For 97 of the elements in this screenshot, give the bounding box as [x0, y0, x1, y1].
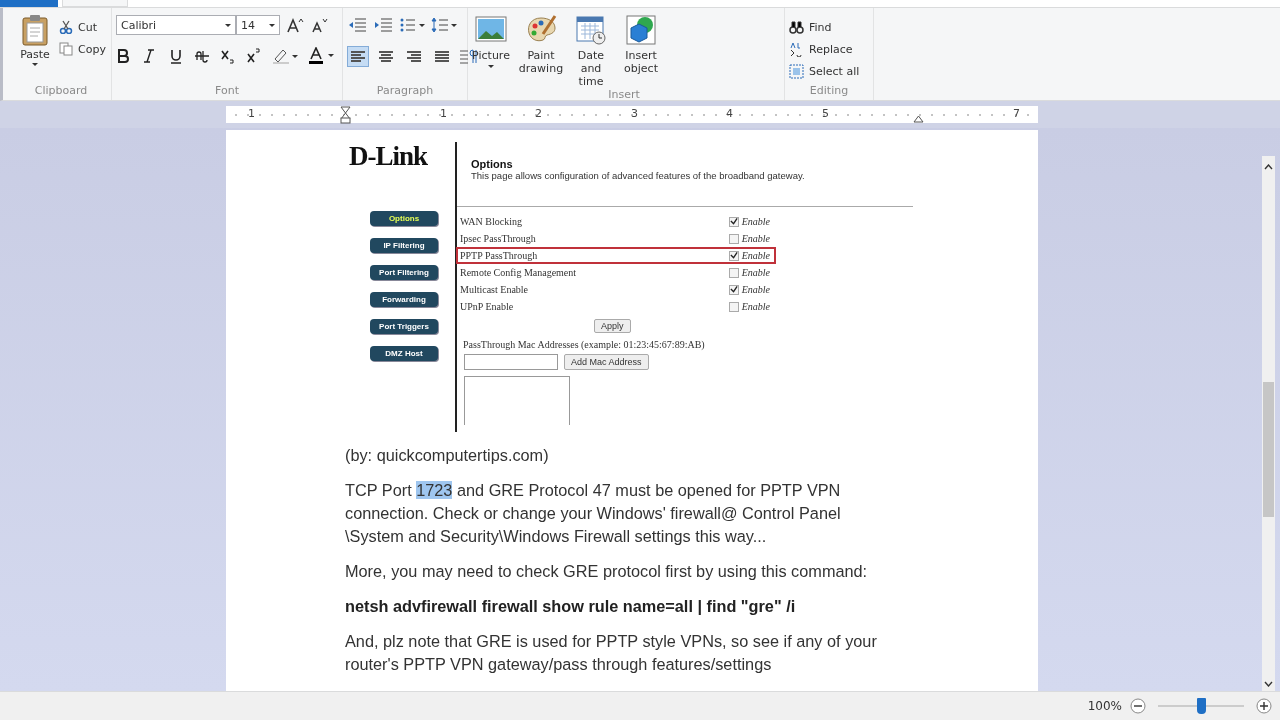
page-heading: Options: [471, 158, 514, 170]
select-all-button[interactable]: Select all: [789, 62, 860, 80]
checkbox-label: Enable: [741, 216, 770, 227]
superscript-icon[interactable]: [246, 48, 262, 64]
group-label: Paragraph: [375, 84, 435, 99]
nav-button[interactable]: Forwarding: [370, 292, 438, 307]
caret-icon: [269, 23, 275, 27]
checkbox-label: Enable: [741, 250, 770, 261]
scroll-down-icon: [1264, 681, 1273, 687]
checkbox[interactable]: [728, 301, 739, 312]
cube-icon: [625, 14, 657, 46]
router-logo: D-Link: [349, 142, 428, 170]
replace-button[interactable]: Replace: [789, 40, 860, 58]
binoculars-icon: [789, 19, 804, 35]
checkbox[interactable]: [728, 216, 739, 227]
command-text: netsh advfirewall firewall show rule name=all | find "gre" /i: [345, 596, 797, 617]
copy-button[interactable]: Copy: [59, 40, 106, 58]
checkbox[interactable]: [728, 284, 739, 295]
align-left-button[interactable]: [347, 45, 369, 67]
font-size-field[interactable]: 14: [236, 15, 280, 35]
address-list[interactable]: [464, 376, 570, 425]
checkbox-label: Enable: [741, 233, 770, 244]
mac-address-field[interactable]: [464, 354, 558, 370]
page-description: This page allows configuration of advanced features of the broadband gateway.: [471, 170, 806, 181]
paragraph: TCP Port 1723 and GRE Protocol 47 must be opened for PPTP VPN connection. Check or change your Windows' firewall@ Control Panel \System and Security\Windows Firewall settings this way...: [345, 480, 842, 547]
font-name-field[interactable]: Calibri: [116, 15, 236, 35]
underline-icon[interactable]: [168, 48, 184, 64]
picture-button[interactable]: Picture: [468, 14, 514, 88]
checkbox-label: Enable: [741, 267, 770, 278]
cut-button[interactable]: Cut: [59, 18, 106, 36]
caret-icon: [488, 65, 494, 68]
strikethrough-icon[interactable]: [194, 48, 210, 64]
group-label: Clipboard: [33, 84, 89, 99]
slider-thumb[interactable]: [1197, 698, 1206, 714]
find-button[interactable]: Find: [789, 18, 860, 36]
copy-icon: [59, 42, 73, 56]
select-all-icon: [789, 63, 804, 79]
ruler-number: 1: [440, 107, 447, 120]
increase-indent-icon[interactable]: [373, 17, 393, 33]
paragraph: And, plz note that GRE is used for PPTP style VPNs, so see if any of your router's PPTP VPN gateway/pass through features/settings: [345, 631, 878, 675]
group-label: Font: [214, 84, 240, 99]
calendar-clock-button[interactable]: Date and time: [568, 14, 614, 88]
ruler-number: 4: [726, 107, 733, 120]
paste-button[interactable]: Paste: [15, 14, 55, 84]
nav-button[interactable]: IP Filtering: [370, 238, 438, 253]
group-label: Editing: [808, 84, 850, 99]
font-color-icon[interactable]: [308, 47, 334, 65]
nav-button[interactable]: Options: [370, 211, 438, 226]
line-spacing-icon[interactable]: [431, 17, 457, 33]
checkbox-label: Enable: [741, 301, 770, 312]
palette-button[interactable]: Paint drawing: [518, 14, 564, 88]
caret-icon: [32, 63, 38, 66]
scissors-icon: [59, 20, 73, 34]
paragraph: More, you may need to check GRE protocol first by using this command:: [345, 561, 869, 582]
option-label: Remote Config Management: [460, 267, 577, 278]
zoom-in-icon[interactable]: [1256, 698, 1272, 714]
zoom-level: 100%: [1087, 699, 1122, 713]
subscript-icon[interactable]: [220, 48, 236, 64]
clipboard-icon: [21, 14, 49, 46]
caret-icon: [225, 23, 231, 27]
ruler-number: 1: [248, 107, 255, 120]
ruler-number: 2: [535, 107, 542, 120]
nav-button[interactable]: DMZ Host: [370, 346, 438, 361]
vertical-scrollbar[interactable]: [1262, 156, 1275, 691]
calendar-clock-icon: [575, 14, 607, 46]
group-label: Insert: [607, 88, 641, 103]
zoom-out-icon[interactable]: [1130, 698, 1146, 714]
ruler-number: 7: [1013, 107, 1020, 120]
bold-icon[interactable]: [116, 48, 132, 64]
nav-button[interactable]: Port Triggers: [370, 319, 438, 334]
checkbox[interactable]: [728, 233, 739, 244]
option-label: Ipsec PassThrough: [460, 233, 536, 244]
grow-font-icon[interactable]: [286, 17, 304, 33]
paragraph: (by: quickcomputertips.com): [345, 445, 550, 466]
mac-label: PassThrough Mac Addresses (example: 01:23:45:67:89:AB): [463, 339, 706, 350]
bullet-list-icon[interactable]: [399, 17, 425, 33]
ruler-number: 3: [631, 107, 638, 120]
checkbox[interactable]: [728, 267, 739, 278]
indent-marker-icon[interactable]: [340, 106, 351, 124]
highlighter-icon[interactable]: [272, 48, 298, 64]
option-label: UPnP Enable: [460, 301, 514, 312]
ruler-number: 5: [822, 107, 829, 120]
option-label: PPTP PassThrough: [460, 250, 538, 261]
decrease-indent-icon[interactable]: [347, 17, 367, 33]
indent-marker-icon[interactable]: [913, 115, 924, 123]
scrollbar-thumb[interactable]: [1263, 382, 1274, 517]
cube-button[interactable]: Insert object: [618, 14, 664, 88]
scroll-up-icon: [1264, 164, 1273, 170]
option-label: WAN Blocking: [460, 216, 522, 227]
checkbox-label: Enable: [741, 284, 770, 295]
shrink-font-icon[interactable]: [310, 17, 328, 33]
nav-button[interactable]: Port Filtering: [370, 265, 438, 280]
add-mac-button[interactable]: Add Mac Address: [564, 354, 649, 370]
replace-icon: [789, 41, 804, 57]
checkbox[interactable]: [728, 250, 739, 261]
option-label: Multicast Enable: [460, 284, 529, 295]
apply-button[interactable]: Apply: [594, 319, 631, 333]
